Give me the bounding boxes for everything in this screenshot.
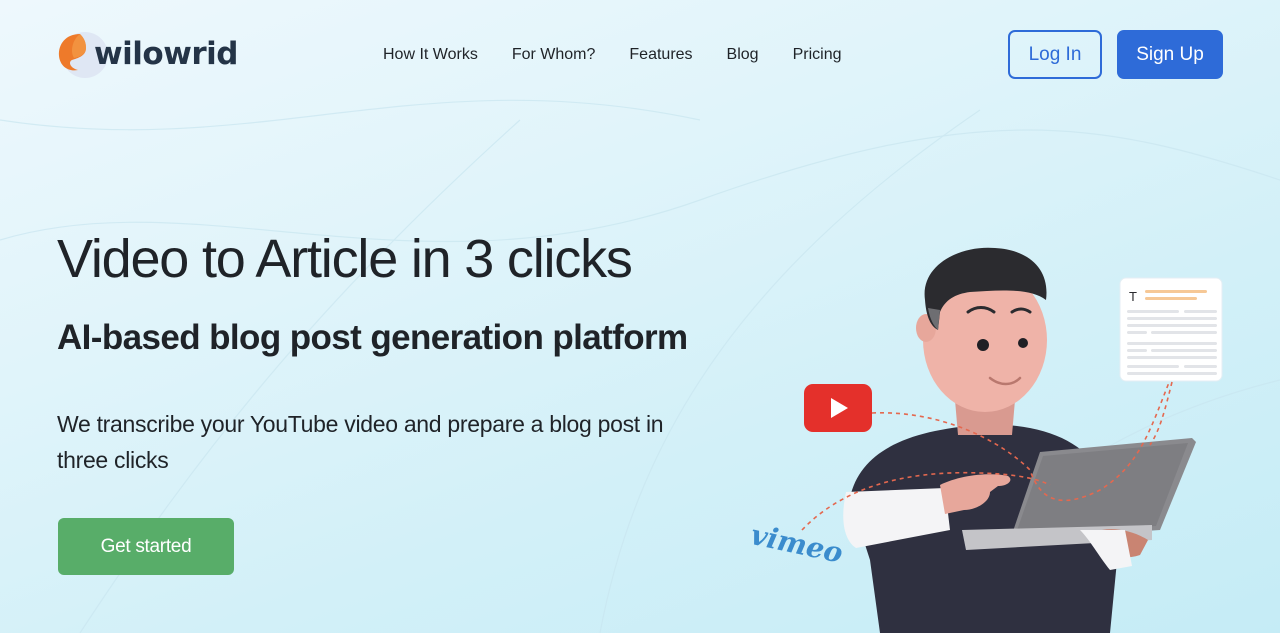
brand-logo[interactable]: wilowrid [56, 30, 238, 80]
hero-description: We transcribe your YouTube video and pre… [57, 411, 664, 473]
vimeo-logo: vimeo [748, 518, 846, 570]
signup-button[interactable]: Sign Up [1117, 30, 1223, 79]
main-nav: How It Works For Whom? Features Blog Pri… [383, 44, 875, 66]
nav-blog[interactable]: Blog [727, 44, 759, 66]
article-document-icon: T [1119, 277, 1223, 382]
document-letter: T [1129, 289, 1137, 304]
brand-name: wilowrid [94, 36, 238, 72]
login-button[interactable]: Log In [1008, 30, 1102, 79]
nav-pricing[interactable]: Pricing [793, 44, 842, 66]
get-started-button[interactable]: Get started [58, 518, 234, 575]
hero-illustration: T vimeo [748, 247, 1223, 633]
hero-title: Video to Article in 3 clicks [57, 229, 633, 289]
nav-how-it-works[interactable]: How It Works [383, 44, 478, 66]
nav-features[interactable]: Features [629, 44, 692, 66]
hero-subtitle: AI-based blog post generation platform [57, 318, 688, 357]
site-header: wilowrid How It Works For Whom? Features… [0, 0, 1280, 110]
nav-for-whom[interactable]: For Whom? [512, 44, 596, 66]
youtube-icon [804, 384, 872, 432]
